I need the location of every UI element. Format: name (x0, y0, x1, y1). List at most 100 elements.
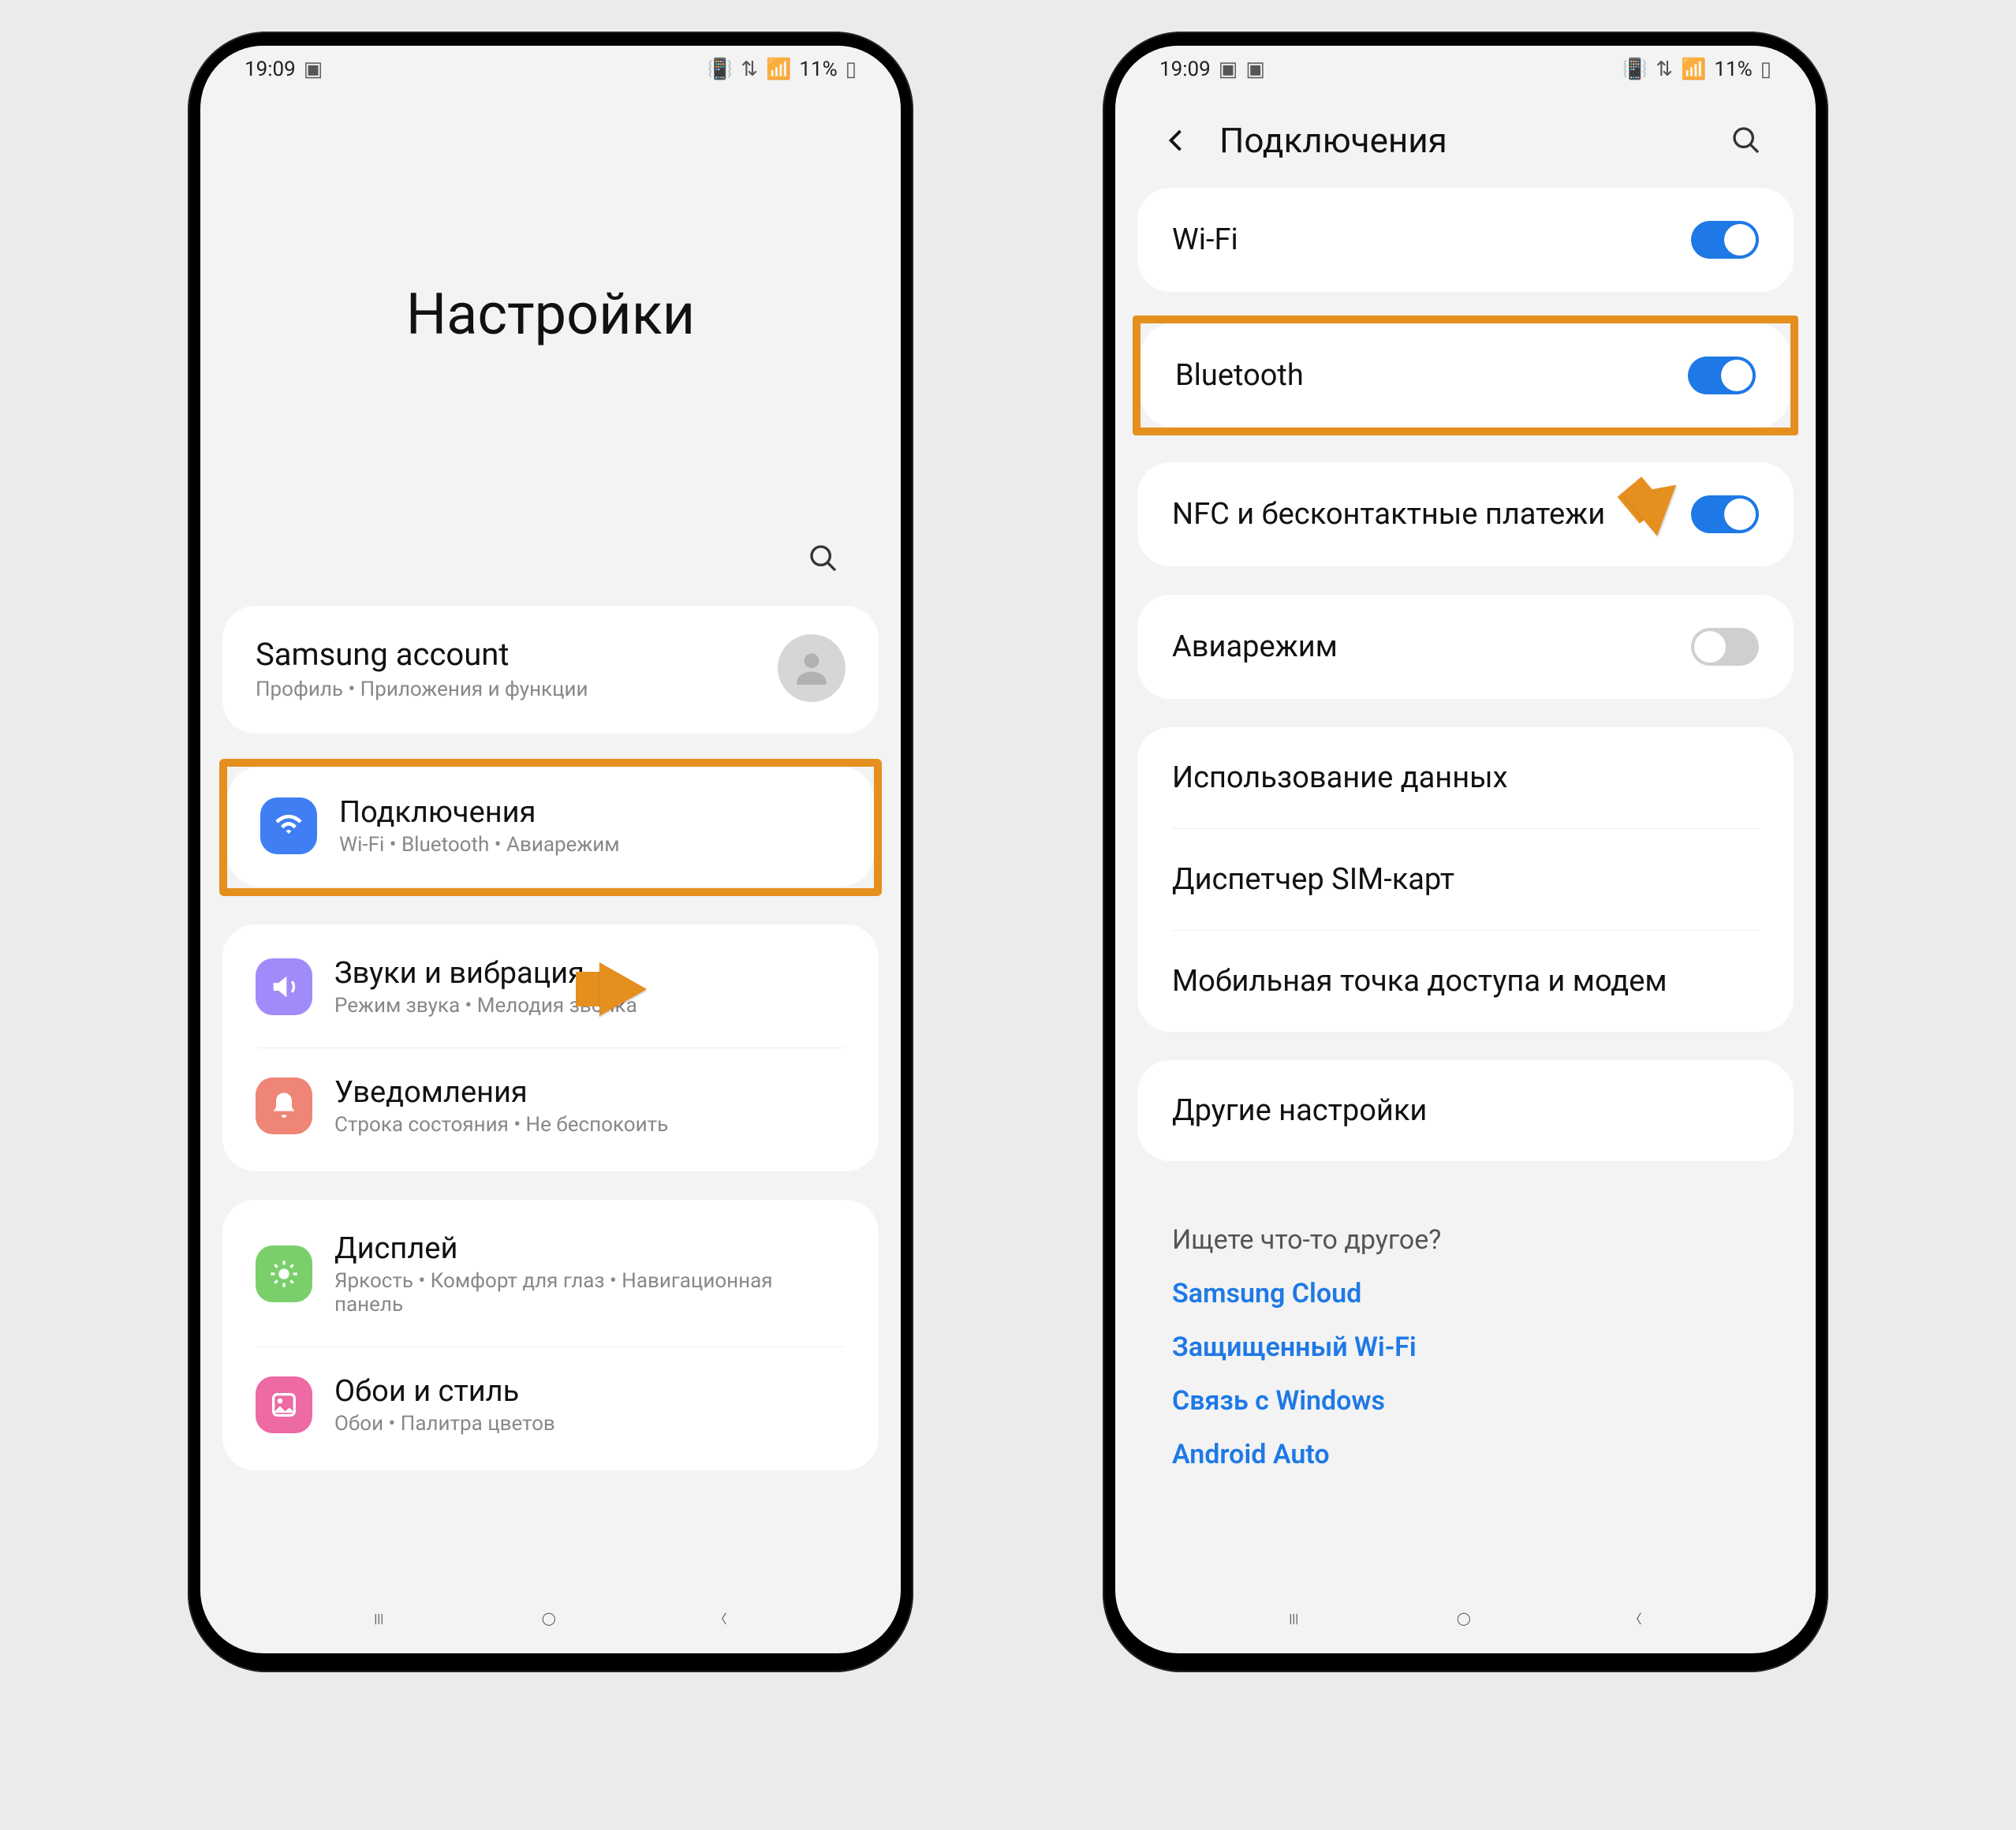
nav-home[interactable]: ◯ (542, 1611, 556, 1626)
nav-recents[interactable]: ||| (1289, 1611, 1298, 1626)
row-bluetooth[interactable]: Bluetooth (1141, 323, 1790, 428)
highlight-connections: Подключения Wi-Fi • Bluetooth • Авиарежи… (219, 759, 882, 896)
row-title: Уведомления (334, 1075, 668, 1110)
row-wifi[interactable]: Wi-Fi (1137, 188, 1794, 292)
battery-icon: ▯ (846, 58, 857, 81)
notification-icon-2: ▣ (1245, 58, 1265, 81)
toggle-airplane[interactable] (1691, 628, 1759, 666)
label-airplane: Авиарежим (1172, 629, 1338, 664)
search-row (222, 535, 879, 606)
screen-settings: 19:09 ▣ 📳 ⇅ 📶 11% ▯ Настройки (200, 46, 901, 1653)
battery-text: 11% (1714, 58, 1752, 81)
person-icon (790, 646, 834, 690)
status-left: 19:09 ▣ ▣ (1159, 58, 1265, 81)
account-text: Samsung account Профиль • Приложения и ф… (256, 636, 588, 701)
page-title: Настройки (406, 281, 695, 348)
card-middle-items: Использование данных Диспетчер SIM-карт … (1137, 727, 1794, 1032)
label-wifi: Wi-Fi (1172, 222, 1238, 257)
row-connections[interactable]: Подключения Wi-Fi • Bluetooth • Авиарежи… (227, 771, 874, 882)
status-bar: 19:09 ▣ 📳 ⇅ 📶 11% ▯ (200, 46, 901, 93)
nav-bar: ||| ◯ 〈 (1115, 1582, 1816, 1653)
link-secure-wifi[interactable]: Защищенный Wi-Fi (1172, 1331, 1759, 1363)
card-display-wallpaper: Дисплей Яркость • Комфорт для глаз • Нав… (222, 1200, 879, 1470)
page-title: Подключения (1219, 120, 1704, 161)
link-windows-link[interactable]: Связь с Windows (1172, 1385, 1759, 1417)
row-airplane[interactable]: Авиарежим (1137, 595, 1794, 699)
row-nfc[interactable]: NFC и бесконтактные платежи (1137, 462, 1794, 566)
notification-icon: ▣ (1219, 58, 1238, 81)
vibrate-icon: 📳 (1622, 58, 1648, 81)
highlight-bluetooth: Bluetooth (1133, 316, 1798, 435)
label-other-settings: Другие настройки (1172, 1093, 1427, 1128)
account-subtitle: Профиль • Приложения и функции (256, 678, 588, 701)
link-android-auto[interactable]: Android Auto (1172, 1439, 1759, 1470)
clock-text: 19:09 (245, 58, 296, 81)
row-wallpaper[interactable]: Обои и стиль Обои • Палитра цветов (222, 1347, 879, 1466)
label-hotspot: Мобильная точка доступа и модем (1172, 964, 1667, 999)
wifi-icon (260, 797, 317, 854)
nav-bar: ||| ◯ 〈 (200, 1582, 901, 1653)
toggle-wifi[interactable] (1691, 221, 1759, 259)
status-bar: 19:09 ▣ ▣ 📳 ⇅ 📶 11% ▯ (1115, 46, 1816, 93)
row-other-settings[interactable]: Другие настройки (1137, 1060, 1794, 1161)
nav-home[interactable]: ◯ (1457, 1611, 1471, 1626)
battery-text: 11% (799, 58, 837, 81)
toggle-nfc[interactable] (1691, 495, 1759, 533)
signal-icon: 📶 (766, 58, 791, 81)
card-nfc: NFC и бесконтактные платежи (1137, 462, 1794, 566)
back-button[interactable] (1153, 117, 1200, 164)
nav-recents[interactable]: ||| (374, 1611, 383, 1626)
card-airplane: Авиарежим (1137, 595, 1794, 699)
row-title: Обои и стиль (334, 1374, 555, 1409)
toggle-bluetooth[interactable] (1688, 357, 1756, 394)
card-bluetooth: Bluetooth (1141, 323, 1790, 428)
status-right: 📳 ⇅ 📶 11% ▯ (1622, 58, 1771, 81)
speaker-icon (256, 958, 312, 1015)
row-notifications[interactable]: Уведомления Строка состояния • Не беспок… (222, 1048, 879, 1167)
search-icon (1730, 125, 1762, 156)
row-sounds[interactable]: Звуки и вибрация Режим звука • Мелодия з… (222, 929, 879, 1048)
avatar (778, 634, 846, 702)
status-right: 📳 ⇅ 📶 11% ▯ (707, 58, 857, 81)
search-button[interactable] (800, 535, 847, 582)
account-title: Samsung account (256, 636, 588, 673)
bell-icon (256, 1077, 312, 1134)
row-sim-manager[interactable]: Диспетчер SIM-карт (1137, 829, 1794, 930)
row-display[interactable]: Дисплей Яркость • Комфорт для глаз • Нав… (222, 1204, 879, 1346)
nav-back[interactable]: 〈 (715, 1608, 727, 1627)
other-block: Ищете что-то другое? Samsung Cloud Защищ… (1137, 1190, 1794, 1500)
label-sim-manager: Диспетчер SIM-карт (1172, 862, 1454, 897)
row-title: Подключения (339, 795, 620, 830)
row-text: Дисплей Яркость • Комфорт для глаз • Нав… (334, 1231, 846, 1316)
row-subtitle: Яркость • Комфорт для глаз • Навигационн… (334, 1269, 846, 1316)
row-subtitle: Обои • Палитра цветов (334, 1412, 555, 1436)
signal-icon: 📶 (1681, 58, 1706, 81)
row-subtitle: Wi-Fi • Bluetooth • Авиарежим (339, 833, 620, 857)
nav-back[interactable]: 〈 (1630, 1608, 1642, 1627)
label-data-usage: Использование данных (1172, 760, 1507, 795)
content-settings: Настройки Samsung account Профиль • Прил… (200, 93, 901, 1582)
notification-icon: ▣ (304, 58, 323, 81)
samsung-account-card[interactable]: Samsung account Профиль • Приложения и ф… (222, 606, 879, 734)
page-header: Подключения (1137, 93, 1794, 188)
row-subtitle: Строка состояния • Не беспокоить (334, 1113, 668, 1137)
link-samsung-cloud[interactable]: Samsung Cloud (1172, 1278, 1759, 1309)
row-hotspot[interactable]: Мобильная точка доступа и модем (1137, 931, 1794, 1032)
wallpaper-icon (256, 1376, 312, 1433)
sun-icon (256, 1246, 312, 1302)
phone-frame-settings: 19:09 ▣ 📳 ⇅ 📶 11% ▯ Настройки (188, 32, 913, 1672)
battery-icon: ▯ (1760, 58, 1771, 81)
label-nfc: NFC и бесконтактные платежи (1172, 497, 1605, 532)
data-icon: ⇅ (1656, 58, 1673, 81)
search-icon (808, 543, 839, 574)
title-area: Настройки (222, 93, 879, 535)
clock-text: 19:09 (1159, 58, 1211, 81)
card-sounds-notifications: Звуки и вибрация Режим звука • Мелодия з… (222, 924, 879, 1171)
row-text: Уведомления Строка состояния • Не беспок… (334, 1075, 668, 1137)
row-text: Подключения Wi-Fi • Bluetooth • Авиарежи… (339, 795, 620, 857)
card-other-settings: Другие настройки (1137, 1060, 1794, 1161)
other-heading: Ищете что-то другое? (1172, 1224, 1759, 1256)
search-button[interactable] (1723, 117, 1770, 164)
row-text: Обои и стиль Обои • Палитра цветов (334, 1374, 555, 1436)
row-data-usage[interactable]: Использование данных (1137, 727, 1794, 828)
